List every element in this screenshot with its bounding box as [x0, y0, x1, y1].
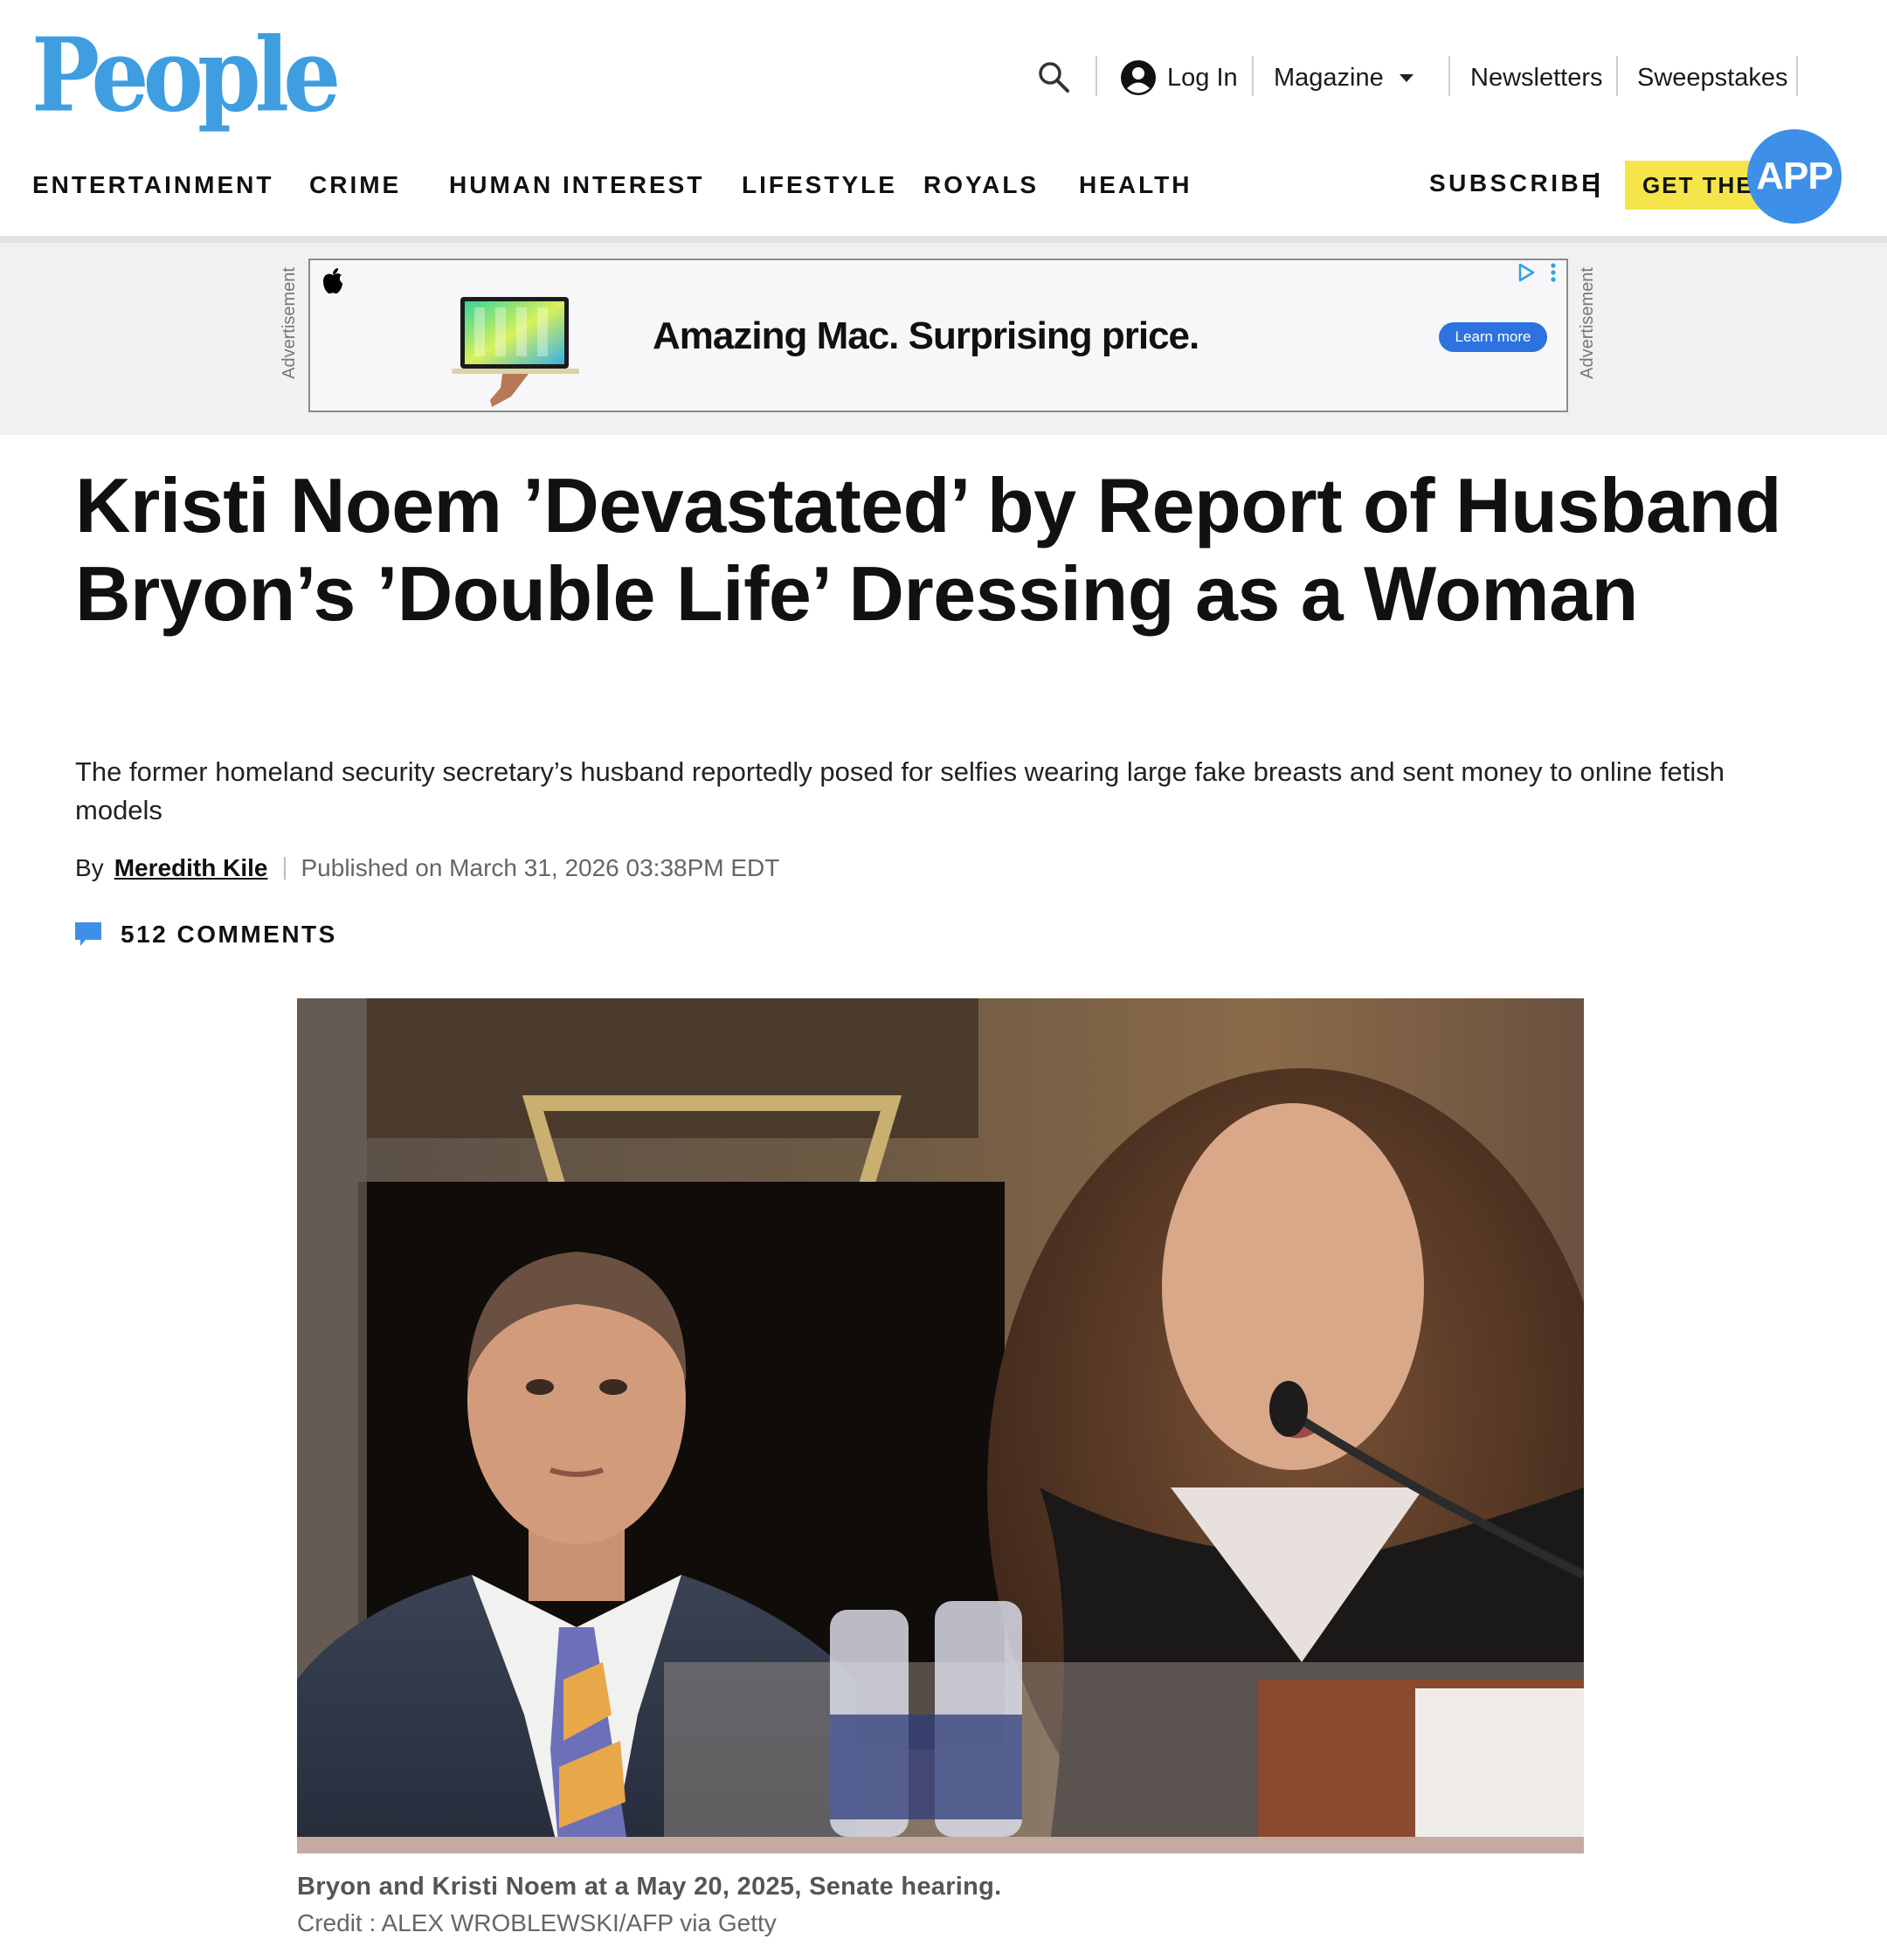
nav-royals[interactable]: ROYALS	[923, 171, 1039, 199]
article-hero-image[interactable]	[297, 998, 1584, 1853]
login-link[interactable]: Log In	[1120, 49, 1238, 107]
image-caption: Bryon and Kristi Noem at a May 20, 2025,…	[297, 1873, 1002, 1901]
byline: By Meredith Kile Published on March 31, …	[75, 854, 779, 882]
byline-by: By	[75, 854, 104, 881]
comment-icon	[75, 922, 101, 946]
newsletters-link[interactable]: Newsletters	[1470, 49, 1603, 107]
image-credit: Credit : ALEX WROBLEWSKI/AFP via Getty	[297, 1909, 777, 1936]
nav-human-interest[interactable]: HUMAN INTEREST	[449, 171, 704, 199]
nav-crime[interactable]: CRIME	[309, 171, 401, 199]
apple-logo-icon	[323, 268, 342, 294]
nav-lifestyle[interactable]: LIFESTYLE	[742, 171, 897, 199]
nav-health[interactable]: HEALTH	[1079, 171, 1192, 199]
subscribe-link[interactable]: SUBSCRIBE	[1429, 169, 1600, 197]
utility-divider	[1252, 56, 1254, 96]
ad-more-options-icon[interactable]	[1550, 262, 1557, 283]
utility-divider	[1796, 56, 1798, 96]
ad-headline[interactable]: Amazing Mac. Surprising price.	[653, 314, 1199, 358]
sweepstakes-link[interactable]: Sweepstakes	[1637, 49, 1788, 107]
comments-count: 512 COMMENTS	[121, 921, 337, 948]
subscribe-divider	[1595, 173, 1599, 197]
nav-entertainment[interactable]: ENTERTAINMENT	[32, 171, 273, 199]
people-logo[interactable]: People	[31, 24, 341, 126]
utility-divider	[1448, 56, 1450, 96]
macbook-ad-image	[452, 297, 579, 407]
ad-label-left: Advertisement	[280, 267, 299, 379]
ad-label-right: Advertisement	[1578, 267, 1597, 379]
search-icon[interactable]	[1036, 59, 1071, 94]
article-dek: The former homeland security secretary’s…	[75, 756, 1725, 825]
byline-divider	[283, 857, 286, 880]
caret-down-icon	[1399, 73, 1414, 82]
comments-link[interactable]: 512 COMMENTS	[75, 921, 337, 949]
app-badge[interactable]: APP	[1747, 129, 1842, 224]
magazine-label: Magazine	[1274, 63, 1384, 92]
article-headline: Kristi Noem ’Devastated’ by Report of Hu…	[75, 462, 1782, 637]
utility-divider	[1616, 56, 1618, 96]
utility-divider	[1096, 56, 1097, 96]
publish-date: Published on March 31, 2026 03:38PM EDT	[301, 854, 780, 881]
author-link[interactable]: Meredith Kile	[114, 854, 268, 882]
login-label: Log In	[1167, 63, 1238, 92]
ad-learn-more-button[interactable]: Learn more	[1439, 322, 1547, 352]
account-circle-icon	[1121, 60, 1156, 95]
adchoices-icon[interactable]	[1516, 262, 1537, 283]
header-divider	[0, 236, 1887, 243]
magazine-menu[interactable]: Magazine	[1274, 49, 1414, 107]
